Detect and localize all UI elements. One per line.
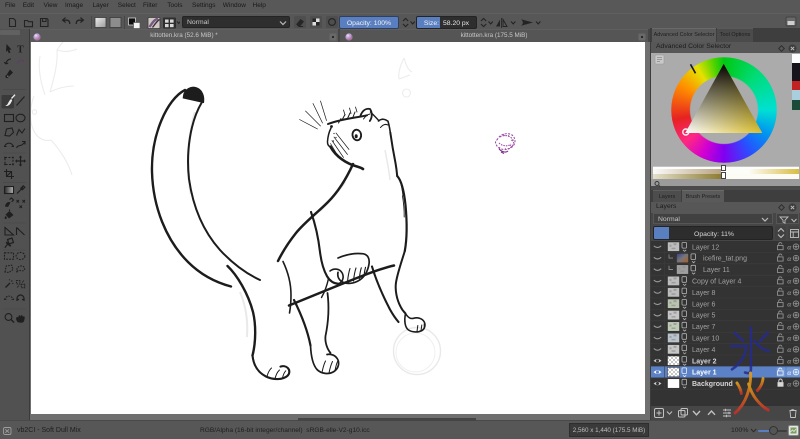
svg-text:Layer 5: Layer 5	[692, 313, 715, 320]
svg-text:α: α	[787, 345, 792, 354]
svg-text:α: α	[787, 288, 792, 297]
svg-text:T: T	[17, 45, 24, 56]
svg-text:α: α	[787, 277, 792, 286]
svg-text:Layer 12: Layer 12	[692, 244, 719, 251]
svg-text:α: α	[787, 357, 792, 366]
svg-text:Layer 8: Layer 8	[692, 290, 715, 297]
svg-text:Background: Background	[692, 381, 733, 388]
svg-text:Layer 2: Layer 2	[692, 358, 717, 365]
svg-text:Layer 1: Layer 1	[692, 370, 717, 377]
svg-text:Copy of Layer 4: Copy of Layer 4	[692, 279, 742, 286]
svg-text:Layer 4: Layer 4	[692, 347, 715, 354]
svg-text:Layer 7: Layer 7	[692, 324, 715, 331]
svg-text:α: α	[787, 300, 792, 309]
svg-text:α: α	[787, 322, 792, 331]
svg-text:α: α	[787, 311, 792, 320]
svg-text:α: α	[787, 334, 792, 343]
svg-text:α: α	[787, 379, 792, 388]
svg-text:α: α	[787, 243, 792, 252]
svg-text:Layer 6: Layer 6	[692, 301, 715, 308]
svg-text:icefire_tat.png: icefire_tat.png	[703, 256, 747, 263]
svg-text:Layer 10: Layer 10	[692, 336, 719, 343]
svg-text:α: α	[787, 254, 792, 263]
svg-text:Layer 11: Layer 11	[703, 267, 730, 274]
svg-text:α: α	[787, 265, 792, 274]
